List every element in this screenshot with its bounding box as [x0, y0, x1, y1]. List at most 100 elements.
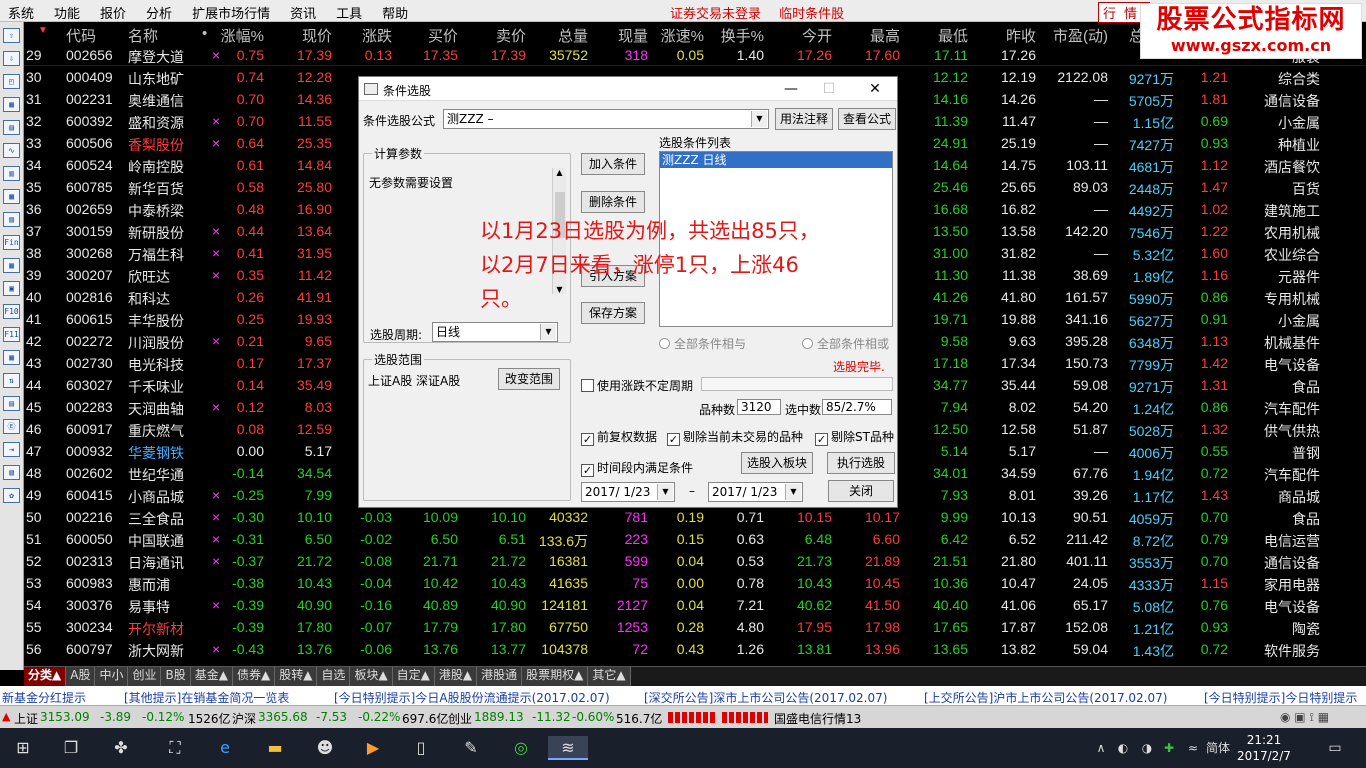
column-header[interactable]: 现量 [594, 25, 648, 46]
change-range-button[interactable]: 改变范围 [498, 368, 560, 390]
category-tab[interactable]: 债券▲ [232, 667, 276, 686]
ticker-item[interactable]: [今日特别提示]今日特别提示 [1204, 689, 1357, 705]
toolbar-button-icon[interactable]: ⇧ [3, 28, 20, 43]
ime-indicator[interactable]: 简体 [1206, 736, 1230, 760]
chevron-down-icon[interactable]: ▼ [540, 324, 556, 340]
column-header[interactable]: 昨收 [974, 25, 1036, 46]
toolbar-button-icon[interactable]: ✿ [3, 488, 20, 503]
toolbar-button-icon[interactable]: ▨ [3, 212, 20, 227]
clock[interactable]: 21:21 2017/2/7 [1236, 732, 1292, 764]
ticker-item[interactable]: [今日特别提示]今日A股股份流通提示(2017.02.07) [334, 689, 610, 705]
category-tab[interactable]: 分类▲ [24, 667, 67, 686]
chevron-down-icon[interactable]: ▼ [751, 111, 767, 127]
toolbar-button-icon[interactable]: ▦ [3, 97, 20, 112]
column-header[interactable]: 总量 [528, 25, 588, 46]
menu-item[interactable]: 工具 [336, 3, 362, 22]
date-to-picker[interactable]: 2017/ 1/23 ▼ [708, 482, 803, 502]
column-header[interactable]: 最低 [904, 25, 968, 46]
media-icon[interactable]: ▶ [360, 736, 386, 760]
table-row[interactable]: 55 300234 开尔新材 -0.39 17.80 -0.07 17.79 17.80 677… [24, 616, 1366, 638]
toolbar-button-icon[interactable]: ▦ [3, 258, 20, 273]
category-tab[interactable]: B股 [161, 667, 191, 686]
qq-icon[interactable]: ☻ [312, 736, 338, 760]
menu-item[interactable]: 扩展市场行情 [192, 3, 270, 22]
toolbar-button-icon[interactable]: Fin [3, 235, 20, 250]
table-row[interactable]: 53 600983 惠而浦 -0.38 10.43 -0.04 10.42 10.43 4163… [24, 572, 1366, 594]
menu-item[interactable]: 报价 [100, 3, 126, 22]
chevron-down-icon[interactable]: ▼ [657, 484, 673, 500]
column-header[interactable]: 卖价 [464, 25, 526, 46]
column-header[interactable]: 涨速% [656, 25, 704, 46]
ticker-item[interactable]: [深交所公告]深市上市公司公告(2017.02.07) [644, 689, 887, 705]
toolbar-button-icon[interactable]: ◰ [3, 74, 20, 89]
login-status[interactable]: 证券交易未登录 [670, 7, 761, 22]
toolbar-button-icon[interactable]: ⇅ [3, 373, 20, 388]
toolbar-button-icon[interactable]: ▦ [3, 350, 20, 365]
column-header[interactable]: 现价 [268, 25, 332, 46]
task-view-icon[interactable]: ❐ [58, 736, 84, 760]
menu-item[interactable]: 资讯 [290, 3, 316, 22]
chevron-down-icon[interactable]: ▼ [785, 484, 801, 500]
toolbar-button-icon[interactable]: ∿ [3, 143, 20, 158]
column-header[interactable]: • [202, 25, 212, 42]
table-row[interactable]: 54 300376 易事特 × -0.39 40.90 -0.16 40.89 40.90 124… [24, 594, 1366, 616]
toolbar-button-icon[interactable]: ▤ [3, 396, 20, 411]
table-row[interactable]: 50 002216 三全食品 × -0.30 10.10 -0.03 10.09 10.10 40… [24, 506, 1366, 528]
toolbar-button-icon[interactable]: ▧ [3, 465, 20, 480]
period-select[interactable]: 日线 ▼ [432, 322, 558, 342]
toolbar-button-icon[interactable]: ▤ [3, 120, 20, 135]
app-icon-1[interactable]: ✤ [108, 736, 134, 760]
column-header[interactable]: 市盈(动) [1042, 25, 1108, 46]
view-formula-button[interactable]: 查看公式 [838, 108, 896, 130]
toolbar-button-icon[interactable]: F11 [3, 327, 20, 342]
close-icon[interactable]: ✕ [861, 79, 889, 99]
date-from-picker[interactable]: 2017/ 1/23 ▼ [581, 482, 675, 502]
menu-item[interactable]: 系统 [8, 3, 34, 22]
minimize-icon[interactable]: — [777, 79, 805, 99]
table-row[interactable]: 56 600797 浙大网新 × -0.43 13.76 -0.06 13.76 13.77 10… [24, 638, 1366, 660]
category-tab[interactable]: 自选 [317, 667, 351, 686]
toolbar-button-icon[interactable]: ⇩ [3, 51, 20, 66]
time-condition-checkbox[interactable]: ✓ 时间段内满足条件 [581, 459, 693, 477]
run-selection-button[interactable]: 执行选股 [827, 452, 895, 474]
toolbar-button-icon[interactable]: ▣ [3, 281, 20, 296]
category-tab[interactable]: 创业 [128, 667, 162, 686]
server-name[interactable]: 国盛电信行情13 [774, 710, 861, 727]
category-tab[interactable]: A股 [66, 667, 96, 686]
category-tab[interactable]: 自定▲ [392, 667, 435, 686]
radio-or[interactable]: 全部条件相或 [802, 335, 889, 352]
toolbar-button-icon[interactable]: ▥ [3, 166, 20, 181]
radio-and[interactable]: 全部条件相与 [659, 335, 746, 352]
stock-app-icon[interactable]: ≋ [548, 736, 588, 760]
add-to-board-button[interactable]: 选股入板块 [741, 452, 813, 474]
browser-icon[interactable]: ◎ [508, 736, 534, 760]
menu-item[interactable]: 帮助 [382, 3, 408, 22]
start-icon[interactable]: ⊞ [10, 736, 36, 760]
category-tab[interactable]: 基金▲ [190, 667, 233, 686]
store-icon[interactable]: ⛶ [162, 736, 188, 760]
column-header[interactable]: 换手% [714, 25, 764, 46]
add-condition-button[interactable]: 加入条件 [581, 153, 645, 175]
toolbar-button-icon[interactable]: ⇥ [3, 442, 20, 457]
ticker-item[interactable]: 新基金分红提示 [2, 689, 86, 705]
toolbar-button-icon[interactable]: ▩ [3, 189, 20, 204]
list-item[interactable]: 测ZZZ 日线 [660, 152, 892, 168]
notification-icon[interactable]: ▭ [1322, 736, 1348, 760]
column-header[interactable]: 名称 [128, 25, 202, 46]
table-row[interactable]: 52 002313 日海通讯 × -0.37 21.72 -0.08 21.71 21.72 16… [24, 550, 1366, 572]
category-tab[interactable]: 港股通 [477, 667, 523, 686]
document-icon[interactable]: ▯ [408, 736, 434, 760]
uncertain-period-checkbox[interactable]: 使用涨跌不定周期 [581, 377, 693, 394]
category-tab[interactable]: 港股▲ [434, 667, 478, 686]
dialog-titlebar[interactable]: 条件选股 — ☐ ✕ [359, 77, 897, 101]
category-tab[interactable]: 其它▲ [588, 667, 631, 686]
column-header[interactable]: 代码 [66, 25, 126, 46]
exclude-untraded-checkbox[interactable]: ✓ 剔除当前未交易的品种 [667, 428, 803, 446]
close-button[interactable]: 关闭 [828, 480, 894, 502]
condition-status[interactable]: 临时条件股 [779, 7, 844, 22]
category-tab[interactable]: 股票期权▲ [522, 667, 589, 686]
category-tab[interactable]: 股转▲ [275, 667, 318, 686]
toolbar-button-icon[interactable]: F10 [3, 304, 20, 319]
column-header[interactable]: 涨幅% [220, 25, 264, 46]
column-header[interactable]: 今开 [768, 25, 832, 46]
